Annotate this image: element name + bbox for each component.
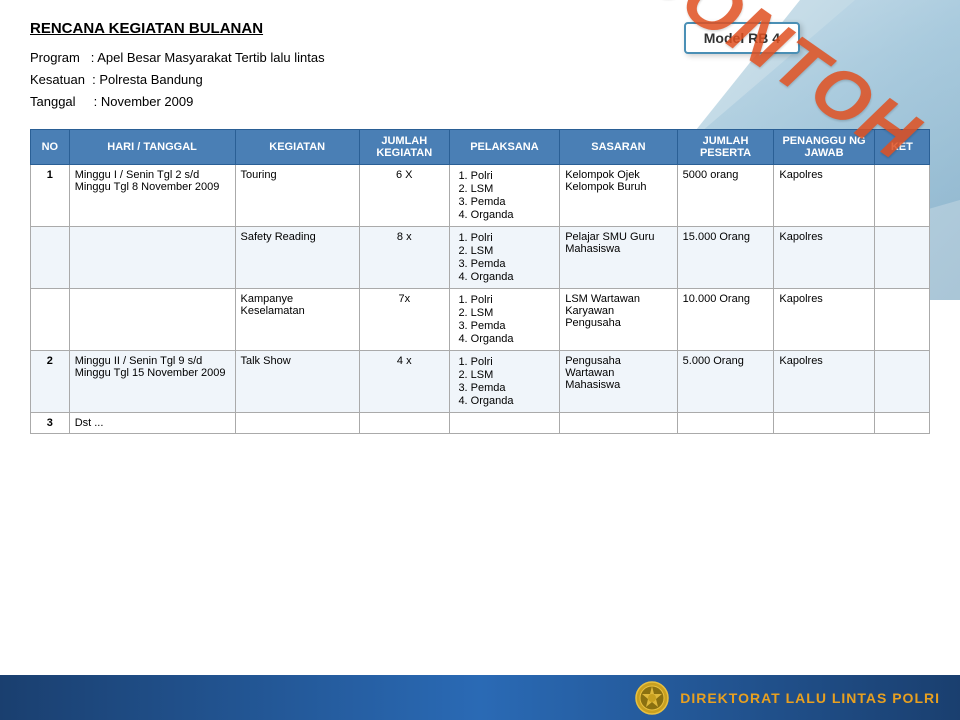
cell-kegiatan: Safety Reading xyxy=(235,227,359,289)
pelaksana-item: Pemda xyxy=(471,320,555,332)
table-row: 2Minggu II / Senin Tgl 9 s/d Minggu Tgl … xyxy=(31,351,930,413)
pelaksana-item: LSM xyxy=(471,307,555,319)
tanggal-label: Tanggal xyxy=(30,94,76,109)
cell-penanggung: Kapolres xyxy=(774,351,874,413)
program-value: Apel Besar Masyarakat Tertib lalu lintas xyxy=(97,50,324,65)
cell-jumlah: 4 x xyxy=(359,351,449,413)
table-header-row: NO HARI / TANGGAL KEGIATAN JUMLAH KEGIAT… xyxy=(31,130,930,165)
col-peserta: JUMLAH PESERTA xyxy=(677,130,774,165)
table-row: 3Dst ... xyxy=(31,413,930,434)
cell-penanggung: Kapolres xyxy=(774,165,874,227)
table-row: 1Minggu I / Senin Tgl 2 s/d Minggu Tgl 8… xyxy=(31,165,930,227)
pelaksana-item: Polri xyxy=(471,356,555,368)
table-row: Kampanye Keselamatan7xPolriLSMPemdaOrgan… xyxy=(31,289,930,351)
cell-hari xyxy=(69,227,235,289)
cell-pelaksana: PolriLSMPemdaOrganda xyxy=(449,165,560,227)
cell-ket xyxy=(874,351,929,413)
tanggal-value: November 2009 xyxy=(101,94,194,109)
kesatuan-value: Polresta Bandung xyxy=(99,72,202,87)
cell-ket xyxy=(874,289,929,351)
cell-peserta: 5.000 Orang xyxy=(677,351,774,413)
col-pelaksana: PELAKSANA xyxy=(449,130,560,165)
cell-jumlah: 7x xyxy=(359,289,449,351)
cell-pelaksana xyxy=(449,413,560,434)
data-table: NO HARI / TANGGAL KEGIATAN JUMLAH KEGIAT… xyxy=(30,129,930,434)
cell-hari: Dst ... xyxy=(69,413,235,434)
cell-no xyxy=(31,227,70,289)
cell-pelaksana: PolriLSMPemdaOrganda xyxy=(449,351,560,413)
cell-sasaran: Pelajar SMU Guru Mahasiswa xyxy=(560,227,677,289)
cell-jumlah xyxy=(359,413,449,434)
cell-penanggung: Kapolres xyxy=(774,289,874,351)
footer-bar: DIREKTORAT LALU LINTAS POLRI xyxy=(0,675,960,720)
pelaksana-item: LSM xyxy=(471,183,555,195)
cell-hari: Minggu I / Senin Tgl 2 s/d Minggu Tgl 8 … xyxy=(69,165,235,227)
footer-logo-text: DIREKTORAT LALU LINTAS POLRI xyxy=(680,690,940,706)
col-jumlah: JUMLAH KEGIATAN xyxy=(359,130,449,165)
col-no: NO xyxy=(31,130,70,165)
pelaksana-item: Pemda xyxy=(471,196,555,208)
cell-no: 3 xyxy=(31,413,70,434)
cell-kegiatan: Touring xyxy=(235,165,359,227)
cell-peserta: 10.000 Orang xyxy=(677,289,774,351)
pelaksana-item: LSM xyxy=(471,245,555,257)
cell-jumlah: 8 x xyxy=(359,227,449,289)
cell-peserta: 15.000 Orang xyxy=(677,227,774,289)
cell-sasaran xyxy=(560,413,677,434)
table-row: Safety Reading8 xPolriLSMPemdaOrgandaPel… xyxy=(31,227,930,289)
pelaksana-item: LSM xyxy=(471,369,555,381)
cell-no xyxy=(31,289,70,351)
cell-penanggung: Kapolres xyxy=(774,227,874,289)
pelaksana-item: Polri xyxy=(471,170,555,182)
pelaksana-item: Organda xyxy=(471,333,555,345)
cell-hari xyxy=(69,289,235,351)
cell-kegiatan xyxy=(235,413,359,434)
pelaksana-item: Pemda xyxy=(471,258,555,270)
cell-no: 1 xyxy=(31,165,70,227)
pelaksana-item: Polri xyxy=(471,294,555,306)
col-hari: HARI / TANGGAL xyxy=(69,130,235,165)
cell-no: 2 xyxy=(31,351,70,413)
cell-hari: Minggu II / Senin Tgl 9 s/d Minggu Tgl 1… xyxy=(69,351,235,413)
pelaksana-item: Pemda xyxy=(471,382,555,394)
cell-peserta xyxy=(677,413,774,434)
cell-jumlah: 6 X xyxy=(359,165,449,227)
pelaksana-item: Polri xyxy=(471,232,555,244)
cell-pelaksana: PolriLSMPemdaOrganda xyxy=(449,289,560,351)
pelaksana-item: Organda xyxy=(471,271,555,283)
pelaksana-item: Organda xyxy=(471,395,555,407)
cell-ket xyxy=(874,227,929,289)
cell-kegiatan: Talk Show xyxy=(235,351,359,413)
program-label: Program xyxy=(30,50,80,65)
cell-peserta: 5000 orang xyxy=(677,165,774,227)
cell-sasaran: Kelompok Ojek Kelompok Buruh xyxy=(560,165,677,227)
cell-pelaksana: PolriLSMPemdaOrganda xyxy=(449,227,560,289)
cell-kegiatan: Kampanye Keselamatan xyxy=(235,289,359,351)
pelaksana-item: Organda xyxy=(471,209,555,221)
kesatuan-label: Kesatuan xyxy=(30,72,85,87)
cell-sasaran: Pengusaha Wartawan Mahasiswa xyxy=(560,351,677,413)
cell-penanggung xyxy=(774,413,874,434)
col-kegiatan: KEGIATAN xyxy=(235,130,359,165)
police-badge-icon xyxy=(634,680,670,716)
cell-ket xyxy=(874,413,929,434)
col-sasaran: SASARAN xyxy=(560,130,677,165)
cell-sasaran: LSM Wartawan Karyawan Pengusaha xyxy=(560,289,677,351)
